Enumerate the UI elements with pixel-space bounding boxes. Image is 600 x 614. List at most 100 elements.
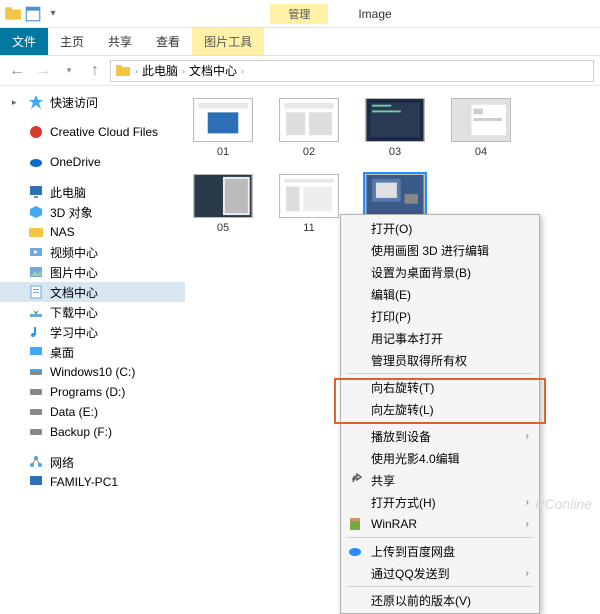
breadcrumb[interactable]: › 此电脑 › 文档中心 › bbox=[110, 60, 594, 82]
ctx-open-with[interactable]: 打开方式(H)› bbox=[341, 491, 539, 513]
sidebar-disk-e[interactable]: Data (E:) bbox=[0, 402, 185, 422]
winrar-icon bbox=[347, 516, 363, 532]
chevron-right-icon: › bbox=[526, 497, 529, 508]
recent-dropdown[interactable]: ▾ bbox=[58, 60, 80, 82]
ctx-restore[interactable]: 还原以前的版本(V) bbox=[341, 589, 539, 611]
separator bbox=[347, 373, 533, 374]
disk-icon bbox=[28, 364, 44, 380]
sidebar-creative-cloud[interactable]: Creative Cloud Files bbox=[0, 122, 185, 142]
document-icon bbox=[28, 284, 44, 300]
thumbnail-icon bbox=[193, 174, 253, 218]
ctx-set-background[interactable]: 设置为桌面背景(B) bbox=[341, 261, 539, 283]
thumbnail-icon bbox=[193, 98, 253, 142]
titlebar: ▾ 管理 Image bbox=[0, 0, 600, 28]
ctx-share[interactable]: 共享 bbox=[341, 469, 539, 491]
separator bbox=[347, 586, 533, 587]
sidebar-documents[interactable]: 文档中心 bbox=[0, 282, 185, 302]
ctx-notepad[interactable]: 用记事本打开 bbox=[341, 327, 539, 349]
tab-picture-tools[interactable]: 图片工具 bbox=[192, 28, 264, 55]
thumbnail-icon bbox=[365, 174, 425, 218]
navigation-pane: ▸快速访问 Creative Cloud Files OneDrive 此电脑 … bbox=[0, 86, 185, 518]
sidebar-video[interactable]: 视频中心 bbox=[0, 242, 185, 262]
download-icon bbox=[28, 304, 44, 320]
sidebar-onedrive[interactable]: OneDrive bbox=[0, 152, 185, 172]
tab-home[interactable]: 主页 bbox=[48, 28, 96, 55]
folder-icon bbox=[28, 224, 44, 240]
disk-icon bbox=[28, 424, 44, 440]
sidebar-downloads[interactable]: 下载中心 bbox=[0, 302, 185, 322]
network-icon bbox=[28, 454, 44, 470]
thumbnail-icon bbox=[279, 174, 339, 218]
ctx-admin[interactable]: 管理员取得所有权 bbox=[341, 349, 539, 371]
sidebar-this-pc[interactable]: 此电脑 bbox=[0, 182, 185, 202]
address-bar: ← → ▾ ↑ › 此电脑 › 文档中心 › bbox=[0, 56, 600, 86]
file-label: 02 bbox=[303, 146, 315, 158]
ctx-rotate-right[interactable]: 向右旋转(T) bbox=[341, 376, 539, 398]
sidebar-quick-access[interactable]: ▸快速访问 bbox=[0, 92, 185, 112]
disk-icon bbox=[28, 404, 44, 420]
quick-access-toolbar: ▾ bbox=[0, 5, 62, 23]
ctx-open[interactable]: 打开(O) bbox=[341, 217, 539, 239]
disk-icon bbox=[28, 384, 44, 400]
share-icon bbox=[347, 472, 363, 488]
image-icon bbox=[28, 264, 44, 280]
file-label: 01 bbox=[217, 146, 229, 158]
sidebar-disk-f[interactable]: Backup (F:) bbox=[0, 422, 185, 442]
breadcrumb-pc[interactable]: 此电脑 bbox=[142, 62, 178, 79]
chevron-right-icon: › bbox=[526, 568, 529, 579]
ctx-photoshop[interactable]: 使用光影4.0编辑 bbox=[341, 447, 539, 469]
back-button[interactable]: ← bbox=[6, 60, 28, 82]
up-button[interactable]: ↑ bbox=[84, 60, 106, 82]
chevron-right-icon[interactable]: › bbox=[182, 66, 185, 76]
ctx-winrar[interactable]: WinRAR› bbox=[341, 513, 539, 535]
file-item[interactable]: 01 bbox=[193, 98, 253, 158]
file-item[interactable]: 04 bbox=[451, 98, 511, 158]
file-label: 03 bbox=[389, 146, 401, 158]
file-item[interactable]: 11 bbox=[279, 174, 339, 234]
chevron-right-icon: › bbox=[526, 431, 529, 442]
ctx-cast[interactable]: 播放到设备› bbox=[341, 425, 539, 447]
music-icon bbox=[28, 324, 44, 340]
forward-button[interactable]: → bbox=[32, 60, 54, 82]
sidebar-family-pc[interactable]: FAMILY-PC1 bbox=[0, 472, 185, 492]
ctx-paint3d[interactable]: 使用画图 3D 进行编辑 bbox=[341, 239, 539, 261]
ctx-qq[interactable]: 通过QQ发送到› bbox=[341, 562, 539, 584]
cloud-icon bbox=[28, 124, 44, 140]
file-label: 05 bbox=[217, 222, 229, 234]
ctx-rotate-left[interactable]: 向左旋转(L) bbox=[341, 398, 539, 420]
tab-share[interactable]: 共享 bbox=[96, 28, 144, 55]
chevron-right-icon[interactable]: › bbox=[241, 66, 244, 76]
chevron-right-icon[interactable]: › bbox=[135, 66, 138, 76]
folder-icon bbox=[115, 63, 131, 79]
sidebar-network[interactable]: 网络 bbox=[0, 452, 185, 472]
star-icon bbox=[28, 94, 44, 110]
file-item[interactable]: 02 bbox=[279, 98, 339, 158]
window-title: Image bbox=[358, 7, 391, 21]
properties-icon[interactable] bbox=[24, 5, 42, 23]
thumbnail-icon bbox=[279, 98, 339, 142]
sidebar-disk-d[interactable]: Programs (D:) bbox=[0, 382, 185, 402]
file-item[interactable]: 05 bbox=[193, 174, 253, 234]
sidebar-disk-c[interactable]: Windows10 (C:) bbox=[0, 362, 185, 382]
sidebar-desktop[interactable]: 桌面 bbox=[0, 342, 185, 362]
ctx-edit[interactable]: 编辑(E) bbox=[341, 283, 539, 305]
context-menu: 打开(O) 使用画图 3D 进行编辑 设置为桌面背景(B) 编辑(E) 打印(P… bbox=[340, 214, 540, 614]
sidebar-3d-objects[interactable]: 3D 对象 bbox=[0, 202, 185, 222]
ribbon-context-label: 管理 bbox=[270, 4, 328, 24]
monitor-icon bbox=[28, 474, 44, 490]
thumbnail-icon bbox=[365, 98, 425, 142]
sidebar-study[interactable]: 学习中心 bbox=[0, 322, 185, 342]
ctx-baidu[interactable]: 上传到百度网盘 bbox=[341, 540, 539, 562]
onedrive-icon bbox=[28, 154, 44, 170]
separator bbox=[347, 422, 533, 423]
qat-dropdown-icon[interactable]: ▾ bbox=[44, 5, 62, 23]
tab-view[interactable]: 查看 bbox=[144, 28, 192, 55]
sidebar-pictures[interactable]: 图片中心 bbox=[0, 262, 185, 282]
tab-file[interactable]: 文件 bbox=[0, 28, 48, 55]
folder-icon[interactable] bbox=[4, 5, 22, 23]
breadcrumb-folder[interactable]: 文档中心 bbox=[189, 62, 237, 79]
file-item[interactable]: 03 bbox=[365, 98, 425, 158]
ctx-print[interactable]: 打印(P) bbox=[341, 305, 539, 327]
sidebar-nas[interactable]: NAS bbox=[0, 222, 185, 242]
video-icon bbox=[28, 244, 44, 260]
